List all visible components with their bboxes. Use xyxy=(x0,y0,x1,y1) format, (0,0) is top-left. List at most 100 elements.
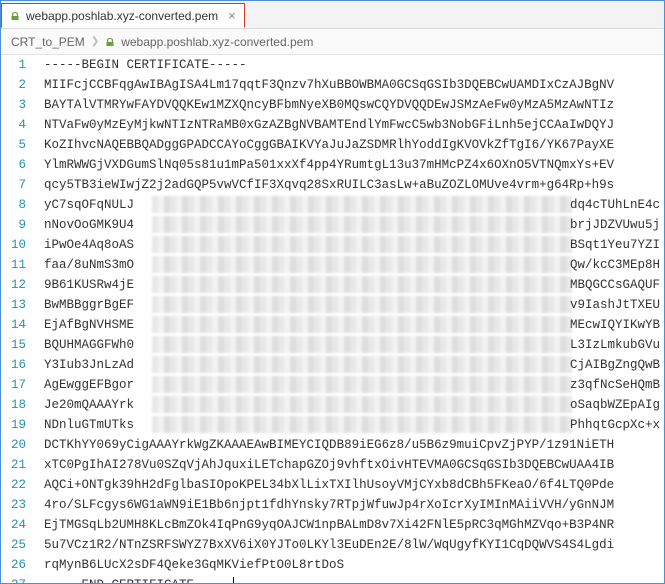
code-fragment-left: faa/8uNmS3mO xyxy=(44,255,148,275)
line-number: 18 xyxy=(11,395,26,415)
code-fragment-left: AgEwggEFBgor xyxy=(44,375,148,395)
code-fragment-left: nNovOoGMK9U4 xyxy=(44,215,148,235)
code-line[interactable]: MIIFcjCCBFqgAwIBAgISA4Lm17qqtF3Qnzv7hXuB… xyxy=(44,75,664,95)
code-line[interactable]: rqMynB6LUcX2sDF4Qeke3GqMKViefPtO0L8rtDoS xyxy=(44,555,664,575)
redacted-region xyxy=(152,316,572,333)
line-number: 20 xyxy=(11,435,26,455)
code-fragment-left: EjAfBgNVHSME xyxy=(44,315,148,335)
code-fragment-right: Qw/kcC3MEp8H xyxy=(570,255,660,275)
redacted-region xyxy=(152,356,572,373)
redacted-region xyxy=(152,396,572,413)
tab-title: webapp.poshlab.xyz-converted.pem xyxy=(26,9,218,23)
code-line[interactable]: BQUHMAGGFWh0 L3IzLmkubGVu xyxy=(44,335,664,355)
code-fragment-left: BwMBBggrBgEF xyxy=(44,295,148,315)
line-number: 9 xyxy=(11,215,26,235)
code-fragment-left: NDnluGTmUTks xyxy=(44,415,148,435)
code-line[interactable]: 5u7VCz1R2/NTnZSRFSWYZ7BxXV6iX0YJTo0LKYl3… xyxy=(44,535,664,555)
lock-icon xyxy=(10,11,20,21)
code-fragment-right: dq4cTUhLnE4c xyxy=(570,195,660,215)
code-fragment-right: PhhqtGcpXc+x xyxy=(570,415,660,435)
line-number: 3 xyxy=(11,95,26,115)
code-line[interactable]: yC7sqOFqNULJ dq4cTUhLnE4c xyxy=(44,195,664,215)
line-number: 5 xyxy=(11,135,26,155)
line-number: 21 xyxy=(11,455,26,475)
code-fragment-left: BQUHMAGGFWh0 xyxy=(44,335,148,355)
code-line[interactable]: nNovOoGMK9U4 brjJDZVUwu5j xyxy=(44,215,664,235)
redacted-region xyxy=(152,336,572,353)
code-line[interactable]: KoZIhvcNAQEBBQADggGPADCCAYoCggGBAIKVYaJu… xyxy=(44,135,664,155)
code-fragment-left: iPwOe4Aq8oAS xyxy=(44,235,148,255)
lock-icon xyxy=(105,37,115,47)
line-number: 7 xyxy=(11,175,26,195)
line-number: 12 xyxy=(11,275,26,295)
code-line[interactable]: AQCi+ONTgk39hH2dFglbaSIOpoKPEL34bXlLixTX… xyxy=(44,475,664,495)
editor-window: webapp.poshlab.xyz-converted.pem × CRT_t… xyxy=(0,0,665,584)
line-number: 13 xyxy=(11,295,26,315)
line-number: 24 xyxy=(11,515,26,535)
code-line[interactable]: qcy5TB3ieWIwjZ2j2adGQP5vwVCfIF3Xqvq28SxR… xyxy=(44,175,664,195)
line-number: 15 xyxy=(11,335,26,355)
code-line[interactable]: 4ro/SLFcgys6WG1aWN9iE1Bb6njpt1fdhYnsky7R… xyxy=(44,495,664,515)
code-line[interactable]: EjTMGSqLb2UMH8KLcBmZOk4IqPnG9yqOAJCW1npB… xyxy=(44,515,664,535)
line-number: 26 xyxy=(11,555,26,575)
code-line[interactable]: -----END CERTIFICATE----- xyxy=(44,575,664,583)
line-number: 27 xyxy=(11,575,26,583)
code-line[interactable]: Y3Iub3JnLzAd CjAIBgZngQwB xyxy=(44,355,664,375)
chevron-right-icon: ❯ xyxy=(91,36,99,47)
code-fragment-left: yC7sqOFqNULJ xyxy=(44,195,148,215)
code-line[interactable]: NDnluGTmUTks PhhqtGcpXc+x xyxy=(44,415,664,435)
code-fragment-right: z3qfNcSeHQmB xyxy=(570,375,660,395)
code-line[interactable]: -----BEGIN CERTIFICATE----- xyxy=(44,55,664,75)
line-number: 14 xyxy=(11,315,26,335)
code-fragment-right: oSaqbWZEpAIg xyxy=(570,395,660,415)
code-line[interactable]: iPwOe4Aq8oAS BSqt1Yeu7YZI xyxy=(44,235,664,255)
code-line[interactable]: YlmRWWGjVXDGumSlNq05s81u1mPa501xxXf4pp4Y… xyxy=(44,155,664,175)
code-content[interactable]: -----BEGIN CERTIFICATE-----MIIFcjCCBFqgA… xyxy=(40,55,664,583)
line-number: 19 xyxy=(11,415,26,435)
code-fragment-right: CjAIBgZngQwB xyxy=(570,355,660,375)
line-number: 16 xyxy=(11,355,26,375)
redacted-region xyxy=(152,196,572,213)
code-fragment-left: Y3Iub3JnLzAd xyxy=(44,355,148,375)
line-number: 10 xyxy=(11,235,26,255)
line-number: 22 xyxy=(11,475,26,495)
code-editor[interactable]: 1234567891011121314151617181920212223242… xyxy=(1,55,664,583)
line-number: 1 xyxy=(11,55,26,75)
code-line[interactable]: faa/8uNmS3mO Qw/kcC3MEp8H xyxy=(44,255,664,275)
code-fragment-left: 9B61KUSRw4jE xyxy=(44,275,148,295)
line-number: 23 xyxy=(11,495,26,515)
redacted-region xyxy=(152,216,572,233)
code-line[interactable]: Je20mQAAAYrk oSaqbWZEpAIg xyxy=(44,395,664,415)
line-number: 11 xyxy=(11,255,26,275)
breadcrumb: CRT_to_PEM ❯ webapp.poshlab.xyz-converte… xyxy=(1,29,664,55)
code-fragment-right: MEcwIQYIKwYB xyxy=(570,315,660,335)
code-line[interactable]: 9B61KUSRw4jE MBQGCCsGAQUF xyxy=(44,275,664,295)
code-line[interactable]: EjAfBgNVHSME MEcwIQYIKwYB xyxy=(44,315,664,335)
code-line[interactable]: BAYTAlVTMRYwFAYDVQQKEw1MZXQncyBFbmNyeXB0… xyxy=(44,95,664,115)
file-name[interactable]: webapp.poshlab.xyz-converted.pem xyxy=(121,35,313,49)
redacted-region xyxy=(152,376,572,393)
tab-file[interactable]: webapp.poshlab.xyz-converted.pem × xyxy=(1,3,245,28)
code-line[interactable]: DCTKhYY069yCigAAAYrkWgZKAAAEAwBIMEYCIQDB… xyxy=(44,435,664,455)
tab-bar: webapp.poshlab.xyz-converted.pem × xyxy=(1,1,664,29)
line-number: 8 xyxy=(11,195,26,215)
code-line[interactable]: AgEwggEFBgor z3qfNcSeHQmB xyxy=(44,375,664,395)
code-fragment-right: BSqt1Yeu7YZI xyxy=(570,235,660,255)
redacted-region xyxy=(152,416,572,433)
line-number: 2 xyxy=(11,75,26,95)
line-number: 6 xyxy=(11,155,26,175)
code-line[interactable]: xTC0PgIhAI278Vu0SZqVjAhJquxiLETchapGZOj9… xyxy=(44,455,664,475)
code-fragment-left: Je20mQAAAYrk xyxy=(44,395,148,415)
redacted-region xyxy=(152,296,572,313)
close-icon[interactable]: × xyxy=(228,8,236,23)
code-line[interactable]: NTVaFw0yMzEyMjkwNTIzNTRaMB0xGzAZBgNVBAMT… xyxy=(44,115,664,135)
code-fragment-right: v9IashJtTXEU xyxy=(570,295,660,315)
line-number: 25 xyxy=(11,535,26,555)
project-name[interactable]: CRT_to_PEM xyxy=(11,35,85,49)
code-line[interactable]: BwMBBggrBgEF v9IashJtTXEU xyxy=(44,295,664,315)
code-fragment-right: MBQGCCsGAQUF xyxy=(570,275,660,295)
code-fragment-right: brjJDZVUwu5j xyxy=(570,215,660,235)
line-number: 4 xyxy=(11,115,26,135)
redacted-region xyxy=(152,236,572,253)
code-fragment-right: L3IzLmkubGVu xyxy=(570,335,660,355)
